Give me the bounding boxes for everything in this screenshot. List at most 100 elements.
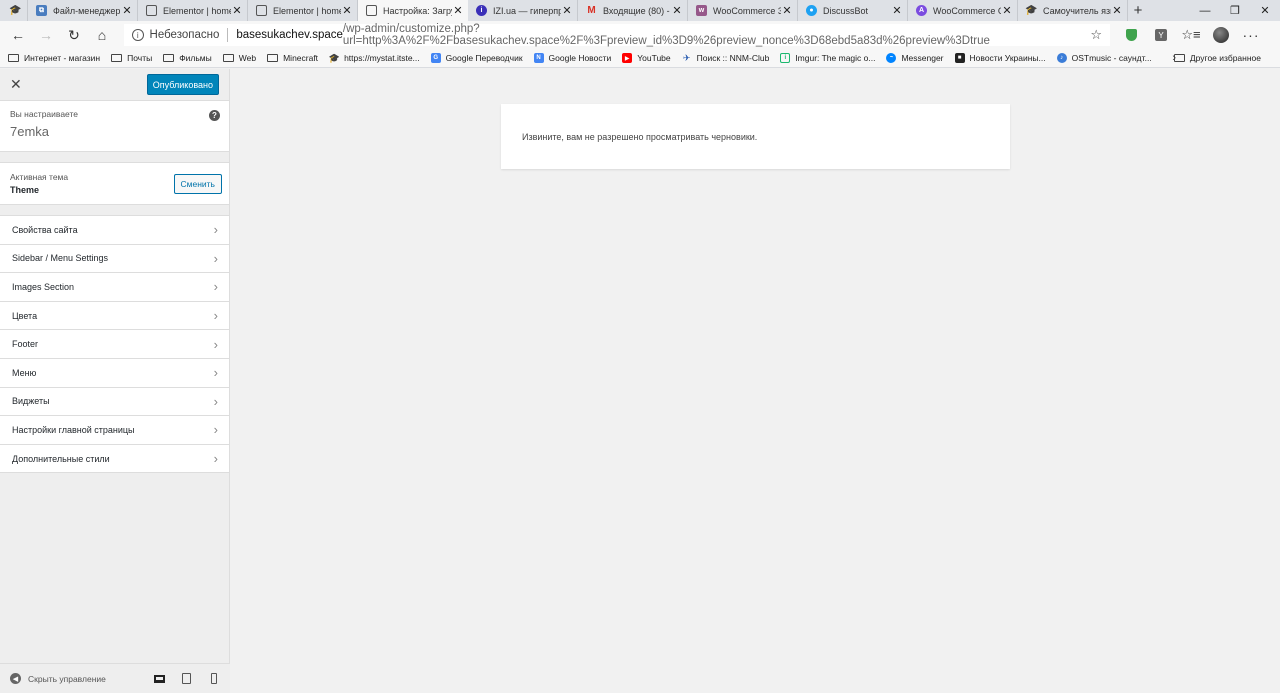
tab-title: IZI.ua — гиперпро: [493, 5, 561, 16]
minimize-icon[interactable]: —: [1190, 0, 1220, 21]
close-icon[interactable]: ✕: [1001, 4, 1013, 17]
bookmark[interactable]: ~ Messenger: [886, 53, 944, 63]
collapse-label[interactable]: Скрыть управление: [28, 674, 106, 684]
change-theme-button[interactable]: Сменить: [173, 174, 222, 194]
chevron-right-icon: ›: [213, 336, 218, 352]
publish-button[interactable]: Опубликовано: [146, 74, 219, 95]
tab[interactable]: Elementor | home ✕: [248, 0, 358, 21]
bookmark[interactable]: G Google Переводчик: [430, 53, 523, 63]
close-icon[interactable]: ✕: [561, 4, 573, 17]
more-icon[interactable]: ···: [1236, 21, 1266, 49]
tab[interactable]: ⧉ Файл-менеджер ✕: [28, 0, 138, 21]
bookmark[interactable]: ♪ OSTmusic - саундт...: [1056, 53, 1152, 63]
chevron-right-icon: ›: [213, 451, 218, 467]
section-label: Images Section: [12, 281, 75, 292]
tab[interactable]: w WooCommerce 3.6 ✕: [688, 0, 798, 21]
file-manager-icon: ⧉: [36, 5, 47, 16]
bookmark[interactable]: ■ Новости Украины...: [954, 53, 1046, 63]
tab-active[interactable]: Настройка: Загруз ✕: [358, 0, 468, 21]
section-label: Цвета: [12, 310, 38, 321]
bookmark[interactable]: ▶ YouTube: [622, 53, 671, 63]
restore-icon[interactable]: ❐: [1220, 0, 1250, 21]
tab[interactable]: i IZI.ua — гиперпро ✕: [468, 0, 578, 21]
bookmark-folder[interactable]: Web: [222, 53, 256, 63]
customizing-info: Вы настраиваете 7emka ?: [0, 101, 229, 152]
folder-icon: [222, 54, 234, 62]
close-icon[interactable]: ✕: [891, 4, 903, 17]
bookmark[interactable]: N Google Новости: [533, 53, 611, 63]
bookmark[interactable]: i Imgur: The magic o...: [780, 53, 875, 63]
close-icon[interactable]: ✕: [341, 4, 353, 17]
tab[interactable]: 🎓: [0, 0, 28, 21]
bookmark-folder[interactable]: Фильмы: [163, 53, 212, 63]
close-icon[interactable]: ✕: [10, 76, 24, 93]
tab[interactable]: 🎓 Самоучитель язык ✕: [1018, 0, 1128, 21]
collapse-icon[interactable]: ◀: [10, 673, 21, 684]
chevron-right-icon: ›: [213, 365, 218, 381]
section-item[interactable]: Настройки главной страницы ›: [0, 416, 229, 445]
mobile-icon[interactable]: [207, 673, 220, 685]
section-item[interactable]: Свойства сайта ›: [0, 216, 229, 245]
section-item[interactable]: Меню ›: [0, 358, 229, 388]
address-bar[interactable]: i Небезопасно basesukachev.space/wp-admi…: [124, 23, 1110, 47]
home-icon[interactable]: ⌂: [88, 21, 116, 49]
close-icon[interactable]: ✕: [452, 4, 464, 17]
bookmark-folder[interactable]: Почты: [111, 53, 152, 63]
bookmark-folder[interactable]: Интернет - магазин: [8, 53, 100, 63]
bookmark[interactable]: 🎓 https://mystat.itste...: [328, 53, 420, 64]
section-item[interactable]: Footer ›: [0, 330, 229, 359]
bookmark-label: Minecraft: [283, 53, 319, 63]
favorites-icon[interactable]: ☆≡: [1176, 21, 1206, 49]
desktop-icon[interactable]: [153, 673, 166, 685]
bookmark-label: https://mystat.itste...: [344, 53, 420, 63]
bookmark-folder[interactable]: Minecraft: [267, 53, 318, 63]
star-icon[interactable]: ☆: [1090, 27, 1102, 43]
close-icon[interactable]: ✕: [671, 4, 683, 17]
section-item[interactable]: Sidebar / Menu Settings ›: [0, 244, 229, 274]
tab-title: Самоучитель язык: [1043, 5, 1111, 16]
section-item[interactable]: Виджеты ›: [0, 387, 229, 417]
tab-title: Elementor | home: [163, 5, 231, 16]
help-icon[interactable]: ?: [209, 110, 220, 121]
section-item[interactable]: Цвета ›: [0, 301, 229, 331]
section-item[interactable]: Дополнительные стили ›: [0, 444, 229, 474]
close-icon[interactable]: ✕: [121, 4, 133, 17]
tab[interactable]: M Входящие (80) - d ✕: [578, 0, 688, 21]
bookmark-label: Google Переводчик: [445, 53, 523, 63]
folder-icon: [267, 54, 279, 62]
bookmark[interactable]: ✈ Поиск :: NNM-Club: [682, 53, 770, 64]
page-icon: [256, 5, 267, 16]
bookmark-label: Новости Украины...: [969, 53, 1046, 63]
shield-icon[interactable]: [1116, 21, 1146, 49]
back-icon[interactable]: ←: [4, 21, 32, 49]
section-label: Настройки главной страницы: [12, 424, 135, 435]
close-icon[interactable]: ✕: [231, 4, 243, 17]
tablet-icon[interactable]: [180, 673, 193, 685]
info-icon[interactable]: i: [132, 29, 144, 41]
close-window-icon[interactable]: ✕: [1250, 0, 1280, 21]
section-label: Свойства сайта: [12, 224, 78, 235]
reload-icon[interactable]: ↻: [60, 21, 88, 49]
other-bookmarks[interactable]: Другое избранное: [1173, 53, 1261, 63]
new-tab-button[interactable]: +: [1128, 0, 1148, 21]
tab[interactable]: Elementor | home ✕: [138, 0, 248, 21]
folder-icon: [1173, 54, 1185, 62]
close-icon[interactable]: ✕: [781, 4, 793, 17]
extension-y-icon[interactable]: Y: [1146, 21, 1176, 49]
bookmark-label: Интернет - магазин: [24, 53, 101, 63]
tab-title: Elementor | home: [273, 5, 341, 16]
bookmark-label: Поиск :: NNM-Club: [696, 53, 770, 63]
tab[interactable]: A WooCommerce Ca ✕: [908, 0, 1018, 21]
section-item[interactable]: Images Section ›: [0, 273, 229, 302]
folder-icon: [111, 54, 123, 62]
profile-avatar[interactable]: [1206, 21, 1236, 49]
security-label: Небезопасно: [149, 29, 220, 41]
toolbar: ← → ↻ ⌂ i Небезопасно basesukachev.space…: [0, 21, 1280, 49]
close-icon[interactable]: ✕: [1111, 4, 1123, 17]
device-switcher: [153, 673, 220, 685]
tab[interactable]: ● DiscussBot ✕: [798, 0, 908, 21]
forward-icon[interactable]: →: [32, 21, 60, 49]
graduation-cap-icon: 🎓: [9, 5, 22, 16]
discussbot-icon: ●: [806, 5, 817, 16]
section-label: Виджеты: [12, 396, 50, 407]
